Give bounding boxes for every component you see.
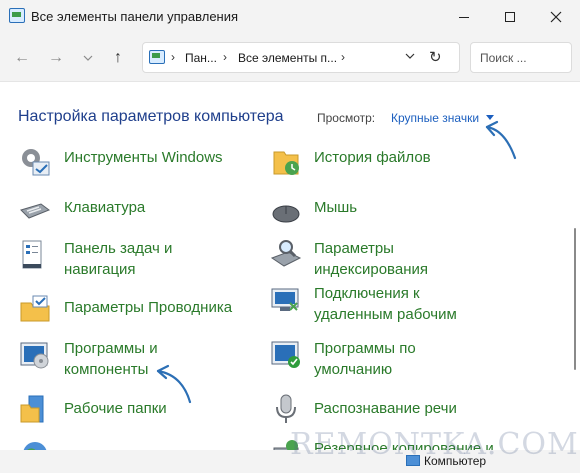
mouse-icon: [272, 205, 300, 223]
address-dropdown-icon[interactable]: [405, 51, 415, 62]
explorer-options-icon: [20, 295, 50, 322]
search-input[interactable]: Поиск ...: [470, 42, 572, 73]
title-bar: Все элементы панели управления: [0, 0, 580, 34]
page-title: Настройка параметров компьютера: [18, 108, 284, 125]
minimize-button[interactable]: [441, 0, 487, 34]
arrow-up-icon: ↑: [114, 49, 122, 66]
refresh-icon[interactable]: ↻: [429, 48, 442, 66]
item-default-programs[interactable]: Программы по умолчанию: [270, 338, 560, 382]
control-panel-icon: [9, 8, 25, 23]
up-button[interactable]: ↑: [106, 46, 130, 70]
item-file-history[interactable]: История файлов: [270, 146, 560, 190]
chevron-down-icon: [83, 55, 93, 61]
speech-icon: [276, 394, 296, 423]
watermark: REMONTKA.COM: [290, 427, 579, 462]
item-programs-features[interactable]: Программы и компоненты: [19, 338, 249, 382]
item-label: Распознавание речи: [314, 400, 457, 417]
arrow-left-icon: ←: [14, 49, 30, 66]
programs-icon: [20, 342, 49, 369]
item-label: Инструменты Windows: [64, 149, 223, 166]
arrow-right-icon: →: [48, 49, 64, 66]
caret-down-icon[interactable]: [486, 115, 494, 120]
control-panel-icon: [149, 50, 165, 64]
window-title: Все элементы панели управления: [31, 9, 239, 24]
back-button[interactable]: ←: [10, 46, 34, 70]
breadcrumb-item[interactable]: Все элементы п...: [238, 51, 337, 65]
navigation-bar: ← → ↑ › Пан... › Все элементы п... › ↻ П…: [0, 34, 580, 82]
chevron-right-icon: ›: [171, 50, 175, 64]
keyboard-icon: [20, 203, 51, 219]
vertical-scrollbar[interactable]: [574, 228, 576, 370]
search-placeholder: Поиск ...: [480, 51, 527, 65]
tools-icon: [22, 149, 50, 176]
address-bar[interactable]: › Пан... › Все элементы п... › ↻: [142, 42, 460, 73]
close-button[interactable]: [533, 0, 579, 34]
recent-locations-button[interactable]: [76, 46, 100, 70]
item-mouse[interactable]: Мышь: [270, 196, 560, 240]
chevron-right-icon: ›: [223, 50, 227, 64]
item-label: Программы по умолчанию: [314, 340, 416, 378]
remote-desktop-icon: [271, 288, 299, 311]
breadcrumb-item[interactable]: Пан...: [185, 51, 217, 65]
item-label: Программы и компоненты: [64, 340, 158, 378]
item-explorer-options[interactable]: Параметры Проводника: [19, 293, 249, 337]
item-taskbar[interactable]: Панель задач и навигация: [19, 238, 249, 282]
minimize-icon: [459, 16, 469, 18]
forward-button[interactable]: →: [44, 46, 68, 70]
work-folders-icon: [20, 395, 44, 423]
indexing-icon: [270, 240, 302, 267]
item-label: Мышь: [314, 199, 358, 216]
view-label: Просмотр:: [317, 111, 376, 125]
item-work-folders[interactable]: Рабочие папки: [19, 393, 249, 437]
item-label: Подключения к удаленным рабочим: [314, 285, 457, 323]
chevron-right-icon: ›: [341, 50, 345, 64]
item-keyboard[interactable]: Клавиатура: [19, 196, 249, 240]
item-label: Параметры Проводника: [64, 299, 233, 316]
item-label: История файлов: [314, 149, 431, 166]
close-icon: [550, 11, 562, 23]
item-label: Клавиатура: [64, 199, 146, 216]
view-mode-dropdown[interactable]: Крупные значки: [391, 111, 479, 125]
file-history-icon: [273, 151, 299, 175]
maximize-icon: [505, 12, 515, 22]
item-indexing-options[interactable]: Параметры индексирования: [270, 238, 560, 282]
maximize-button[interactable]: [487, 0, 533, 34]
item-label: Панель задач и навигация: [64, 240, 173, 278]
item-windows-tools[interactable]: Инструменты Windows: [19, 146, 249, 190]
taskbar-icon: [22, 240, 42, 269]
item-label: Рабочие папки: [64, 400, 167, 417]
item-label: Параметры индексирования: [314, 240, 428, 278]
default-programs-icon: [271, 341, 300, 368]
item-remote-desktop[interactable]: Подключения к удаленным рабочим: [270, 283, 560, 327]
annotation-arrow-view-head: [485, 120, 499, 137]
